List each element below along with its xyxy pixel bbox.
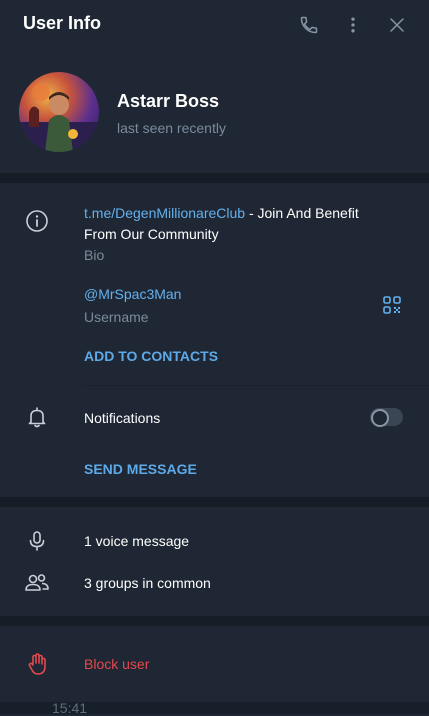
section-divider (0, 616, 429, 626)
toggle-knob (371, 409, 389, 427)
more-button[interactable] (341, 13, 365, 37)
bio-text: t.me/DegenMillionareClub - Join And Bene… (84, 203, 359, 245)
bio-link[interactable]: t.me/DegenMillionareClub (84, 205, 245, 221)
microphone-icon (23, 527, 51, 555)
bio-text-rest: - Join And Benefit (245, 205, 359, 221)
username-label: Username (84, 309, 149, 325)
close-button[interactable] (385, 13, 409, 37)
avatar-image (19, 83, 99, 152)
panel-title: User Info (23, 13, 102, 33)
hand-stop-icon (23, 650, 51, 678)
avatar[interactable] (19, 72, 99, 152)
row-divider (84, 385, 429, 386)
profile-name: Astarr Boss (117, 91, 220, 111)
bio-label: Bio (84, 247, 105, 263)
username-value[interactable]: @MrSpac3Man (84, 286, 181, 302)
bell-icon (23, 403, 51, 431)
section-divider (0, 173, 429, 183)
bio-text-line2: From Our Community (84, 226, 219, 242)
add-to-contacts-button[interactable]: ADD TO CONTACTS (84, 348, 218, 364)
call-button[interactable] (297, 13, 321, 37)
groups-icon (23, 569, 51, 597)
block-user-button[interactable]: Block user (84, 656, 149, 672)
info-icon (23, 207, 51, 235)
more-vertical-icon (351, 17, 355, 33)
qr-code-icon (383, 296, 401, 314)
voice-messages-item[interactable]: 1 voice message (84, 533, 189, 549)
user-info-panel: User Info Astarr Boss last seen recently… (0, 0, 429, 716)
notifications-toggle[interactable] (370, 408, 403, 427)
notifications-label: Notifications (84, 410, 161, 426)
groups-in-common-item[interactable]: 3 groups in common (84, 575, 211, 591)
section-divider (0, 497, 429, 507)
panel-header: User Info (0, 0, 429, 50)
send-message-button[interactable]: SEND MESSAGE (84, 461, 197, 477)
profile-status: last seen recently (117, 120, 226, 136)
close-icon (390, 18, 404, 32)
qr-code-button[interactable] (382, 295, 402, 315)
phone-icon (300, 16, 318, 34)
